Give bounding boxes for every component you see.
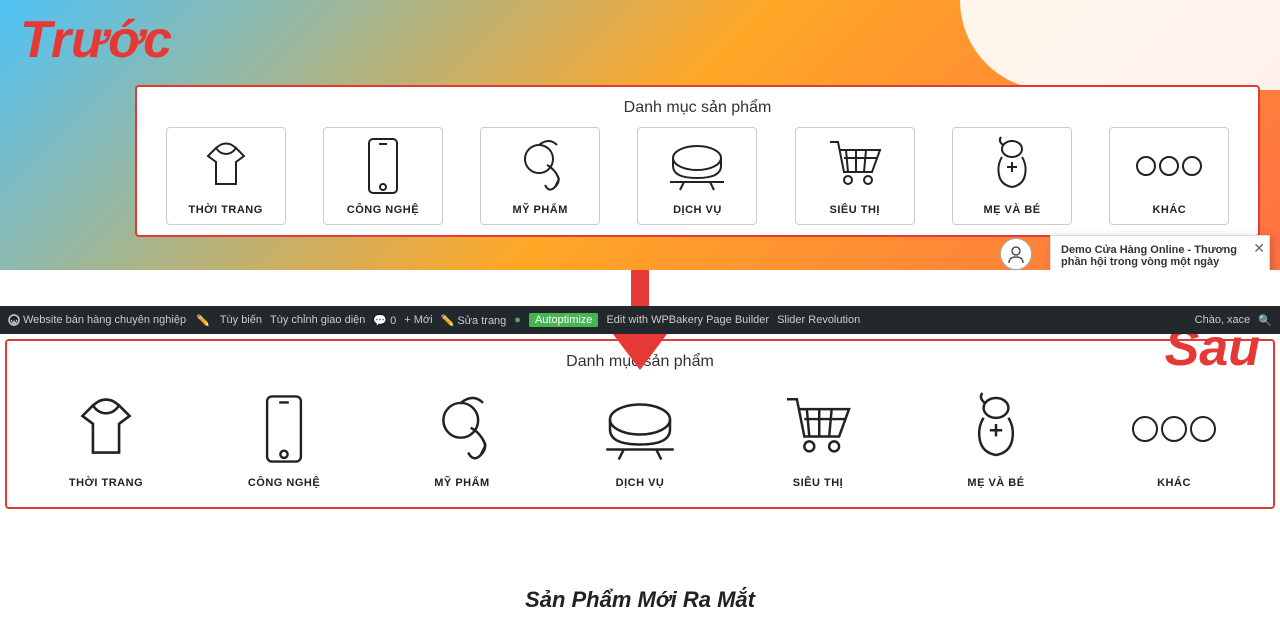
category-item-me-va-be-before[interactable]: MẸ VÀ BÉ <box>952 127 1072 225</box>
me-va-be-label-before: MẸ VÀ BÉ <box>983 204 1040 216</box>
category-item-me-va-be-after[interactable]: MẸ VÀ BÉ <box>921 381 1071 497</box>
sieu-thi-label-before: SIÊU THỊ <box>830 204 880 216</box>
khac-icon-after <box>1134 389 1214 469</box>
sieu-thi-icon-after <box>778 389 858 469</box>
category-item-cong-nghe-before[interactable]: CÔNG NGHỆ <box>323 127 443 225</box>
category-item-my-pham-before[interactable]: MỸ PHẨM <box>480 127 600 225</box>
cong-nghe-icon <box>353 136 413 196</box>
category-item-dich-vu-after[interactable]: DỊCH VỤ <box>565 381 715 497</box>
me-va-be-icon-after <box>956 389 1036 469</box>
thoi-trang-icon-after <box>66 389 146 469</box>
tooltip-close-button[interactable]: ✕ <box>1253 240 1265 257</box>
category-item-my-pham-after[interactable]: MỸ PHẨM <box>387 381 537 497</box>
admin-search-icon[interactable]: 🔍 <box>1258 314 1272 327</box>
sieu-thi-icon <box>825 136 885 196</box>
category-item-thoi-trang-before[interactable]: THỜI TRANG <box>166 127 286 225</box>
tooltip-popup: ✕ Demo Cửa Hàng Online - Thương phần hội… <box>1050 235 1270 270</box>
category-items-before: THỜI TRANG CÔNG NGHỆ <box>147 127 1248 225</box>
category-box-before: Danh mục sản phẩm THỜI TRANG <box>135 85 1260 237</box>
dich-vu-label-after: DỊCH VỤ <box>616 477 665 489</box>
me-va-be-icon <box>982 136 1042 196</box>
my-pham-icon <box>510 136 570 196</box>
admin-slider-revolution[interactable]: Slider Revolution <box>777 314 860 326</box>
admin-chao-xace[interactable]: Chào, xace <box>1195 314 1251 326</box>
cong-nghe-label-after: CÔNG NGHỆ <box>248 477 320 489</box>
dich-vu-icon <box>667 136 727 196</box>
admin-sua-trang[interactable]: ✏️ Sửa trang <box>441 314 507 327</box>
admin-tuy-chinh[interactable]: Tùy chỉnh giao diện <box>270 314 365 326</box>
my-pham-label-before: MỸ PHẨM <box>512 204 567 216</box>
top-decorative-shape <box>960 0 1280 90</box>
cong-nghe-label-before: CÔNG NGHỆ <box>347 204 419 216</box>
san-pham-title: Sản Phẩm Mới Ra Mắt <box>0 587 1280 613</box>
category-items-after: THỜI TRANG CÔNG NGHỆ <box>17 381 1263 497</box>
cong-nghe-icon-after <box>244 389 324 469</box>
admin-website-label: Website bán hàng chuyên nghiệp <box>23 314 186 326</box>
admin-comment[interactable]: 💬 0 <box>373 314 396 327</box>
thoi-trang-label-after: THỜI TRANG <box>69 477 143 489</box>
sieu-thi-label-after: SIÊU THỊ <box>793 477 843 489</box>
khac-label-before: KHÁC <box>1152 204 1186 216</box>
category-item-khac-after[interactable]: KHÁC <box>1099 381 1249 497</box>
dich-vu-icon-after <box>600 389 680 469</box>
user-icon[interactable] <box>1000 238 1032 270</box>
category-item-khac-before[interactable]: KHÁC <box>1109 127 1229 225</box>
admin-dot-green: ● <box>514 314 521 326</box>
khac-icon-before <box>1139 136 1199 196</box>
tooltip-title: Demo Cửa Hàng Online - Thương phần hội t… <box>1061 244 1259 268</box>
bottom-section: Danh mục sản phẩm THỜI TRANG <box>0 334 1280 618</box>
khac-label-after: KHÁC <box>1157 477 1191 489</box>
admin-moi[interactable]: + Mới <box>404 314 432 326</box>
admin-bar-wp[interactable]: Website bán hàng chuyên nghiệp <box>8 314 186 326</box>
arrow-head <box>610 330 670 370</box>
admin-bar-end: Chào, xace 🔍 <box>1195 314 1272 327</box>
dich-vu-label-before: DỊCH VỤ <box>673 204 722 216</box>
truoc-label: Trước <box>20 10 172 70</box>
category-title-before: Danh mục sản phẩm <box>147 99 1248 117</box>
category-item-sieu-thi-after[interactable]: SIÊU THỊ <box>743 381 893 497</box>
thoi-trang-icon <box>196 136 256 196</box>
my-pham-label-after: MỸ PHẨM <box>434 477 489 489</box>
admin-tuy-bien[interactable]: Tùy biến <box>220 314 262 326</box>
thoi-trang-label-before: THỜI TRANG <box>189 204 263 216</box>
admin-autoptimize[interactable]: Autoptimize <box>529 313 598 327</box>
category-item-thoi-trang-after[interactable]: THỜI TRANG <box>31 381 181 497</box>
me-va-be-label-after: MẸ VÀ BÉ <box>967 477 1024 489</box>
category-item-sieu-thi-before[interactable]: SIÊU THỊ <box>795 127 915 225</box>
category-item-cong-nghe-after[interactable]: CÔNG NGHỆ <box>209 381 359 497</box>
my-pham-icon-after <box>422 389 502 469</box>
top-section: Trước Danh mục sản phẩm THỜI TRANG <box>0 0 1280 270</box>
admin-bar: Website bán hàng chuyên nghiệp ✏️ Tùy bi… <box>0 306 1280 334</box>
admin-wpbakery[interactable]: Edit with WPBakery Page Builder <box>606 314 769 326</box>
category-item-dich-vu-before[interactable]: DỊCH VỤ <box>637 127 757 225</box>
